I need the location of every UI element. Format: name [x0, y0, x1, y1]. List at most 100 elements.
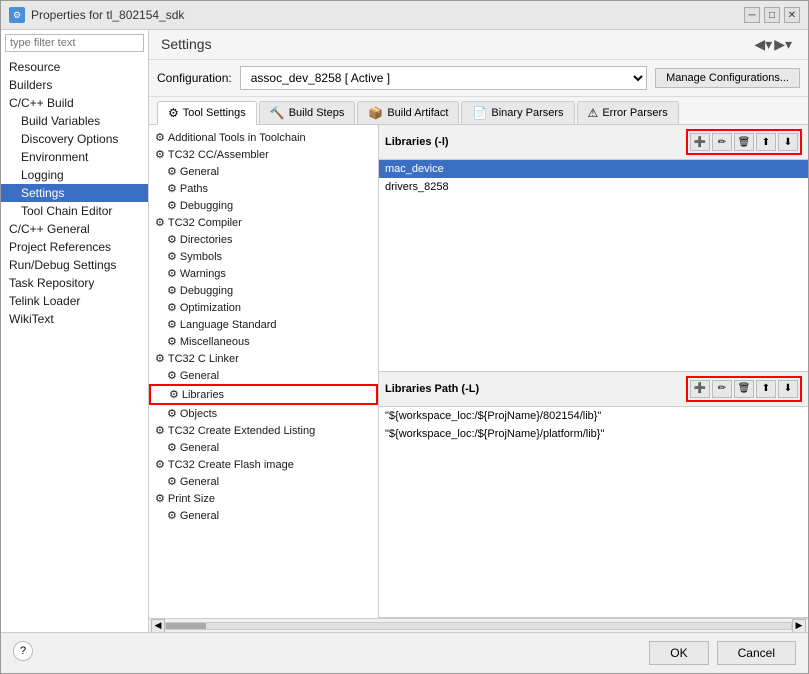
tree-item-paths[interactable]: ⚙Paths — [149, 180, 378, 197]
config-select[interactable]: assoc_dev_8258 [ Active ] — [240, 66, 647, 90]
sidebar-item-environment[interactable]: Environment — [1, 148, 148, 166]
scroll-track[interactable] — [165, 622, 792, 630]
tab-icon: 🔨 — [270, 106, 285, 120]
sidebar-item-settings[interactable]: Settings — [1, 184, 148, 202]
lib-add-button[interactable]: ➕ — [690, 133, 710, 151]
libraries-list: mac_devicedrivers_8258 — [379, 160, 808, 371]
sidebar-items: ResourceBuildersC/C++ BuildBuild Variabl… — [1, 56, 148, 632]
tree-item-general[interactable]: ⚙General — [149, 439, 378, 456]
tab-binary-parsers[interactable]: 📄Binary Parsers — [461, 101, 574, 124]
libpath-down-button[interactable]: ⬇ — [778, 380, 798, 398]
tree-item-language-standard[interactable]: ⚙Language Standard — [149, 316, 378, 333]
tree-item-debugging[interactable]: ⚙Debugging — [149, 197, 378, 214]
tab-error-parsers[interactable]: ⚠Error Parsers — [577, 101, 679, 124]
props-panel: Libraries (-l) ➕ ✏ 🗑 ⬆ ⬇ mac_deviced — [379, 125, 808, 618]
back-arrow[interactable]: ◀▾ — [754, 36, 772, 53]
close-button[interactable]: ✕ — [784, 7, 800, 23]
libpath-up-button[interactable]: ⬆ — [756, 380, 776, 398]
tree-item-additional-tools-in-toolchain[interactable]: ⚙Additional Tools in Toolchain — [149, 129, 378, 146]
tree-item-tc32-cc-assembler[interactable]: ⚙TC32 CC/Assembler — [149, 146, 378, 163]
libpath-item[interactable]: "${workspace_loc:/${ProjName}/802154/lib… — [379, 407, 808, 425]
tree-item-libraries[interactable]: ⚙Libraries — [149, 384, 378, 405]
sidebar-item-telink-loader[interactable]: Telink Loader — [1, 292, 148, 310]
lib-delete-button[interactable]: 🗑 — [734, 133, 754, 151]
sidebar-item-project-references[interactable]: Project References — [1, 238, 148, 256]
window-title: Properties for tl_802154_sdk — [31, 8, 184, 22]
cancel-button[interactable]: Cancel — [717, 641, 796, 665]
lib-edit-button[interactable]: ✏ — [712, 133, 732, 151]
tree-panel: ⚙Additional Tools in Toolchain⚙TC32 CC/A… — [149, 125, 379, 618]
tab-icon: ⚙ — [168, 106, 179, 120]
tree-item-icon: ⚙ — [155, 492, 165, 505]
tree-item-optimization[interactable]: ⚙Optimization — [149, 299, 378, 316]
tree-item-objects[interactable]: ⚙Objects — [149, 405, 378, 422]
right-panel: Settings ◀▾ ▶▾ Configuration: assoc_dev_… — [149, 30, 808, 632]
tree-item-tc32-c-linker[interactable]: ⚙TC32 C Linker — [149, 350, 378, 367]
help-button[interactable]: ? — [13, 641, 33, 661]
tab-build-artifact[interactable]: 📦Build Artifact — [357, 101, 459, 124]
sidebar-item-wikitext[interactable]: WikiText — [1, 310, 148, 328]
tree-item-miscellaneous[interactable]: ⚙Miscellaneous — [149, 333, 378, 350]
footer: ? OK Cancel — [1, 632, 808, 673]
config-bar: Configuration: assoc_dev_8258 [ Active ]… — [149, 60, 808, 97]
lib-up-button[interactable]: ⬆ — [756, 133, 776, 151]
tree-item-warnings[interactable]: ⚙Warnings — [149, 265, 378, 282]
ok-button[interactable]: OK — [649, 641, 708, 665]
tree-item-icon: ⚙ — [167, 233, 177, 246]
manage-configurations-button[interactable]: Manage Configurations... — [655, 68, 800, 88]
filter-input[interactable] — [5, 34, 144, 52]
tree-item-directories[interactable]: ⚙Directories — [149, 231, 378, 248]
tree-item-icon: ⚙ — [155, 131, 165, 144]
forward-arrow[interactable]: ▶▾ — [774, 36, 792, 53]
tree-item-symbols[interactable]: ⚙Symbols — [149, 248, 378, 265]
sidebar-item-c-c---general[interactable]: C/C++ General — [1, 220, 148, 238]
main-content: ResourceBuildersC/C++ BuildBuild Variabl… — [1, 30, 808, 632]
tree-item-icon: ⚙ — [167, 284, 177, 297]
sidebar-item-discovery-options[interactable]: Discovery Options — [1, 130, 148, 148]
settings-title: Settings — [161, 36, 212, 52]
scroll-right-button[interactable]: ▶ — [792, 619, 806, 633]
libpath-edit-button[interactable]: ✏ — [712, 380, 732, 398]
tree-item-icon: ⚙ — [167, 165, 177, 178]
tree-item-general[interactable]: ⚙General — [149, 163, 378, 180]
tabs: ⚙Tool Settings🔨Build Steps📦Build Artifac… — [149, 97, 808, 125]
libraries-section: Libraries (-l) ➕ ✏ 🗑 ⬆ ⬇ mac_deviced — [379, 125, 808, 372]
main-window: ⚙ Properties for tl_802154_sdk ─ □ ✕ Res… — [0, 0, 809, 674]
tab-build-steps[interactable]: 🔨Build Steps — [259, 101, 356, 124]
tree-item-general[interactable]: ⚙General — [149, 367, 378, 384]
tree-item-debugging[interactable]: ⚙Debugging — [149, 282, 378, 299]
sidebar-item-build-variables[interactable]: Build Variables — [1, 112, 148, 130]
libpath-add-button[interactable]: ➕ — [690, 380, 710, 398]
tree-item-icon: ⚙ — [167, 369, 177, 382]
sidebar-item-task-repository[interactable]: Task Repository — [1, 274, 148, 292]
sidebar-item-c-c---build[interactable]: C/C++ Build — [1, 94, 148, 112]
tree-item-general[interactable]: ⚙General — [149, 473, 378, 490]
tab-icon: ⚠ — [588, 106, 599, 120]
minimize-button[interactable]: ─ — [744, 7, 760, 23]
lib-down-button[interactable]: ⬇ — [778, 133, 798, 151]
tree-item-tc32-compiler[interactable]: ⚙TC32 Compiler — [149, 214, 378, 231]
libpath-item[interactable]: "${workspace_loc:/${ProjName}/platform/l… — [379, 425, 808, 443]
bottom-scrollbar: ◀ ▶ — [149, 618, 808, 632]
tree-item-icon: ⚙ — [167, 182, 177, 195]
lib-item[interactable]: mac_device — [379, 160, 808, 178]
tree-item-tc32-create-flash-image[interactable]: ⚙TC32 Create Flash image — [149, 456, 378, 473]
content-area: ⚙Additional Tools in Toolchain⚙TC32 CC/A… — [149, 125, 808, 618]
tree-item-print-size[interactable]: ⚙Print Size — [149, 490, 378, 507]
sidebar-item-logging[interactable]: Logging — [1, 166, 148, 184]
libraries-path-section: Libraries Path (-L) ➕ ✏ 🗑 ⬆ ⬇ "${wor — [379, 372, 808, 619]
sidebar-item-resource[interactable]: Resource — [1, 58, 148, 76]
tree-item-icon: ⚙ — [167, 250, 177, 263]
tree-item-general[interactable]: ⚙General — [149, 507, 378, 524]
tree-item-tc32-create-extended-listing[interactable]: ⚙TC32 Create Extended Listing — [149, 422, 378, 439]
lib-item[interactable]: drivers_8258 — [379, 178, 808, 196]
libpath-delete-button[interactable]: 🗑 — [734, 380, 754, 398]
nav-arrows: ◀▾ ▶▾ — [754, 36, 792, 53]
sidebar-item-run-debug-settings[interactable]: Run/Debug Settings — [1, 256, 148, 274]
sidebar-item-builders[interactable]: Builders — [1, 76, 148, 94]
sidebar-item-tool-chain-editor[interactable]: Tool Chain Editor — [1, 202, 148, 220]
tree-item-icon: ⚙ — [167, 267, 177, 280]
tab-tool-settings[interactable]: ⚙Tool Settings — [157, 101, 257, 125]
maximize-button[interactable]: □ — [764, 7, 780, 23]
scroll-left-button[interactable]: ◀ — [151, 619, 165, 633]
